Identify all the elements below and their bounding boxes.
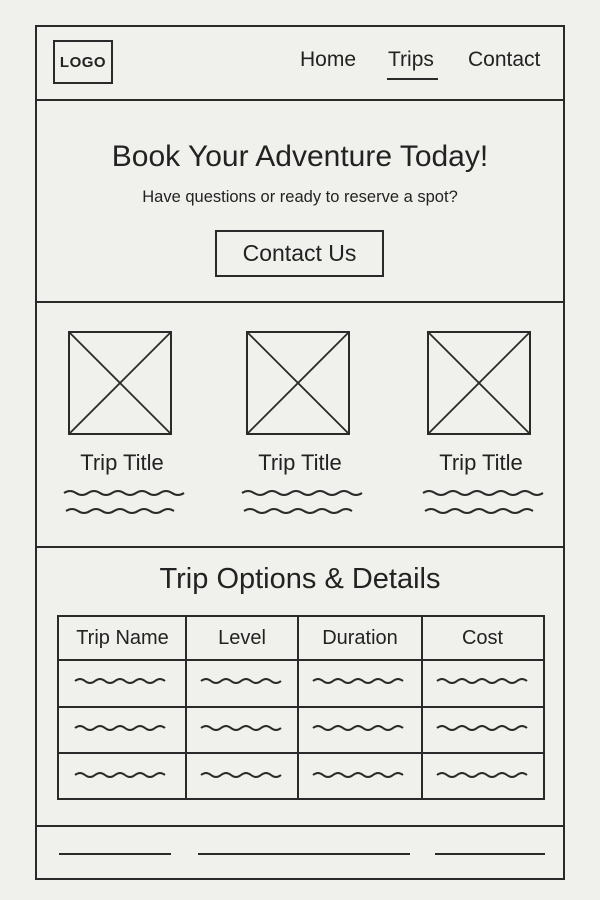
trip-card[interactable]: Trip Title [421, 330, 544, 514]
footer-link-placeholder[interactable] [59, 853, 171, 855]
cards-divider [35, 546, 565, 548]
table-title: Trip Options & Details [159, 563, 441, 595]
footer-link-placeholder[interactable] [198, 853, 410, 855]
placeholder-text-squiggle [241, 490, 363, 514]
column-header[interactable]: Cost [422, 617, 543, 660]
placeholder-text-squiggle [63, 490, 185, 514]
image-placeholder-icon [427, 331, 531, 435]
placeholder-text-squiggle [312, 772, 404, 778]
trip-card[interactable]: Trip Title [240, 330, 363, 514]
placeholder-text-squiggle [312, 725, 404, 731]
placeholder-text-squiggle [200, 678, 282, 684]
trip-title: Trip Title [258, 450, 342, 475]
column-header[interactable]: Duration [298, 617, 422, 660]
footer-link-placeholder[interactable] [435, 853, 545, 855]
placeholder-text-squiggle [422, 490, 544, 514]
table-grid-line [59, 752, 543, 754]
placeholder-text-squiggle [436, 678, 528, 684]
table-grid-line [59, 706, 543, 708]
footer-divider [35, 825, 565, 827]
hero-subtitle: Have questions or ready to reserve a spo… [142, 188, 458, 206]
nav-trips[interactable]: Trips [388, 48, 434, 72]
hero-divider [35, 301, 565, 303]
nav-active-underline [387, 78, 438, 80]
trip-title: Trip Title [80, 450, 164, 475]
image-placeholder-icon [68, 331, 172, 435]
contact-us-button[interactable]: Contact Us [215, 230, 384, 277]
table-grid-line [59, 659, 543, 661]
header-divider [35, 99, 565, 101]
nav-contact[interactable]: Contact [468, 48, 540, 72]
placeholder-text-squiggle [200, 725, 282, 731]
hero-title: Book Your Adventure Today! [111, 140, 489, 173]
placeholder-text-squiggle [74, 678, 166, 684]
nav-home[interactable]: Home [300, 48, 356, 72]
placeholder-text-squiggle [74, 772, 166, 778]
column-header[interactable]: Level [186, 617, 298, 660]
logo[interactable]: LOGO [53, 40, 113, 84]
trip-title: Trip Title [439, 450, 523, 475]
placeholder-text-squiggle [74, 725, 166, 731]
column-header[interactable]: Trip Name [59, 617, 186, 660]
image-placeholder-icon [246, 331, 350, 435]
placeholder-text-squiggle [436, 725, 528, 731]
placeholder-text-squiggle [200, 772, 282, 778]
trip-card[interactable]: Trip Title [62, 330, 185, 514]
placeholder-text-squiggle [312, 678, 404, 684]
placeholder-text-squiggle [436, 772, 528, 778]
trip-options-table: Trip Name Level Duration Cost [57, 615, 545, 800]
